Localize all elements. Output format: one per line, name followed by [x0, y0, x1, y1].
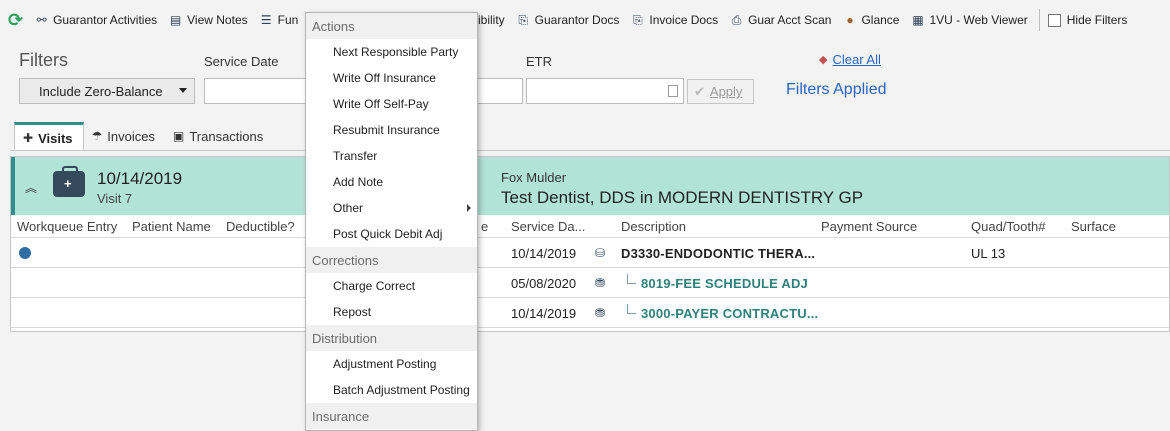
column-header[interactable]: Description	[621, 219, 686, 234]
invoice-docs-button[interactable]: ⎘ Invoice Docs	[630, 7, 718, 33]
hide-filters-checkbox[interactable]	[1047, 13, 1061, 27]
service-date-label: Service Date	[204, 54, 279, 69]
service-date-input[interactable]	[204, 78, 306, 104]
etr-input[interactable]	[526, 78, 684, 104]
clear-all-link[interactable]: ◆ Clear All	[819, 52, 881, 67]
tab-invoices[interactable]: ☂ Invoices	[84, 122, 165, 150]
calendar-icon[interactable]	[668, 85, 678, 97]
eraser-icon: ◆	[819, 54, 828, 66]
menu-item-transfer[interactable]: Transfer	[306, 143, 477, 169]
list-icon: ☰	[260, 13, 272, 27]
service-date-cell: 05/08/2020	[511, 276, 577, 291]
menu-item-charge-correct[interactable]: Charge Correct	[306, 273, 477, 299]
person-icon: ●	[846, 13, 854, 27]
guarantor-activities-button[interactable]: ⚯ Guarantor Activities	[34, 7, 158, 33]
guarantor-docs-button[interactable]: ⎘ Guarantor Docs	[516, 7, 619, 33]
chevron-right-icon	[467, 204, 471, 212]
table-row[interactable]: 05/08/2020 ⛃ 8019-FEE SCHEDULE ADJ	[11, 268, 1169, 298]
menu-item-post-quick-debit-adj[interactable]: Post Quick Debit Adj	[306, 221, 477, 247]
provider-name: Fox Mulder	[501, 170, 567, 185]
scanner-icon: ⎙	[731, 12, 742, 27]
column-header[interactable]: Surface	[1071, 219, 1116, 234]
tooth-icon: ⛁	[595, 246, 606, 260]
medkit-icon: ✚	[23, 131, 34, 145]
check-icon: ✔	[694, 83, 705, 99]
filters-applied-link[interactable]: Filters Applied	[786, 81, 887, 99]
column-header[interactable]: Patient Name	[132, 219, 211, 234]
actions-menu: Actions Next Responsible Party Write Off…	[305, 12, 478, 431]
service-date-cell: 10/14/2019	[511, 246, 577, 261]
service-date-cell: 10/14/2019	[511, 306, 577, 321]
menu-group-actions: Actions	[306, 13, 477, 39]
menu-item-batch-adjustment-posting[interactable]: Batch Adjustment Posting	[306, 377, 477, 403]
menu-group-distribution: Distribution	[306, 325, 477, 351]
toolbar: ⟳ ⚯ Guarantor Activities ▤ View Notes ☰ …	[0, 0, 1170, 40]
view-notes-button[interactable]: ▤ View Notes	[168, 7, 248, 33]
film-icon: ▦	[912, 13, 924, 27]
money-icon: ▣	[172, 129, 185, 143]
tab-bar: ✚ Visits ☂ Invoices ▣ Transactions	[14, 122, 273, 151]
filters-title: Filters	[19, 50, 68, 70]
docs-scan-icon: ⎘	[633, 12, 643, 27]
tab-divider	[10, 150, 1170, 151]
refresh-icon[interactable]: ⟳	[8, 10, 23, 31]
grid-header: Workqueue Entry Patient Name Deductible?…	[11, 215, 1169, 238]
notes-icon: ▤	[169, 13, 182, 27]
table-row[interactable]: 10/14/2019 ⛁ D3330-ENDODONTIC THERA... U…	[11, 238, 1169, 268]
functions-button[interactable]: ☰ Fun	[259, 7, 299, 33]
medkit-icon: +	[53, 166, 85, 197]
umbrella-icon: ☂	[91, 129, 103, 143]
toolbar-divider	[1038, 9, 1040, 31]
column-header[interactable]: Deductible?	[226, 219, 295, 234]
column-header[interactable]: e	[481, 219, 488, 234]
menu-group-insurance: Insurance	[306, 403, 477, 429]
visit-header[interactable]: ︽ + 10/14/2019 Visit 7 Fox Mulder Test D…	[11, 157, 1169, 215]
table-row[interactable]: 10/14/2019 ⛃ 3000-PAYER CONTRACTU...	[11, 298, 1169, 328]
provider-description: Test Dentist, DDS in MODERN DENTISTRY GP	[501, 188, 864, 207]
menu-item-write-off-insurance[interactable]: Write Off Insurance	[306, 65, 477, 91]
service-date-to-input[interactable]	[476, 78, 523, 104]
docs-scan-icon: ⎘	[518, 12, 528, 27]
quad-tooth-cell: UL 13	[971, 246, 1006, 261]
tab-visits[interactable]: ✚ Visits	[14, 122, 84, 151]
tab-transactions[interactable]: ▣ Transactions	[165, 122, 273, 150]
chevron-down-icon	[179, 88, 187, 93]
guar-acct-scan-button[interactable]: ⎙ Guar Acct Scan	[729, 7, 832, 33]
glance-button[interactable]: ● Glance	[842, 7, 899, 33]
tree-branch-icon	[627, 304, 636, 314]
visit-panel: ︽ + 10/14/2019 Visit 7 Fox Mulder Test D…	[10, 156, 1170, 332]
menu-item-resubmit-insurance[interactable]: Resubmit Insurance	[306, 117, 477, 143]
collapse-icon[interactable]: ︽	[25, 179, 37, 196]
column-header[interactable]: Service Da...	[511, 219, 585, 234]
adjustment-icon: ⛃	[595, 276, 606, 290]
web-viewer-button[interactable]: ▦ 1VU - Web Viewer	[910, 7, 1027, 33]
menu-item-next-responsible-party[interactable]: Next Responsible Party	[306, 39, 477, 65]
column-header[interactable]: Workqueue Entry	[17, 219, 117, 234]
menu-item-add-note[interactable]: Add Note	[306, 169, 477, 195]
menu-item-repost[interactable]: Repost	[306, 299, 477, 325]
description-cell[interactable]: 8019-FEE SCHEDULE ADJ	[641, 276, 808, 291]
column-header[interactable]: Quad/Tooth#	[971, 219, 1045, 234]
menu-item-other[interactable]: Other	[306, 195, 477, 221]
column-header[interactable]: Payment Source	[821, 219, 917, 234]
workqueue-indicator	[19, 247, 31, 259]
apply-button[interactable]: ✔ Apply	[687, 79, 754, 104]
menu-item-adjustment-posting[interactable]: Adjustment Posting	[306, 351, 477, 377]
description-cell: D3330-ENDODONTIC THERA...	[621, 246, 816, 261]
tree-branch-icon	[627, 274, 636, 284]
description-cell[interactable]: 3000-PAYER CONTRACTU...	[641, 306, 818, 321]
visit-number: Visit 7	[97, 191, 133, 206]
zero-balance-select[interactable]: Include Zero-Balance	[19, 78, 195, 104]
adjustment-icon: ⛃	[595, 306, 606, 320]
menu-group-corrections: Corrections	[306, 247, 477, 273]
visit-date: 10/14/2019	[97, 169, 183, 188]
menu-item-write-off-self-pay[interactable]: Write Off Self-Pay	[306, 91, 477, 117]
people-tree-icon: ⚯	[36, 13, 47, 27]
hide-filters-toggle[interactable]: Hide Filters	[1047, 7, 1127, 33]
etr-label: ETR	[526, 54, 552, 69]
